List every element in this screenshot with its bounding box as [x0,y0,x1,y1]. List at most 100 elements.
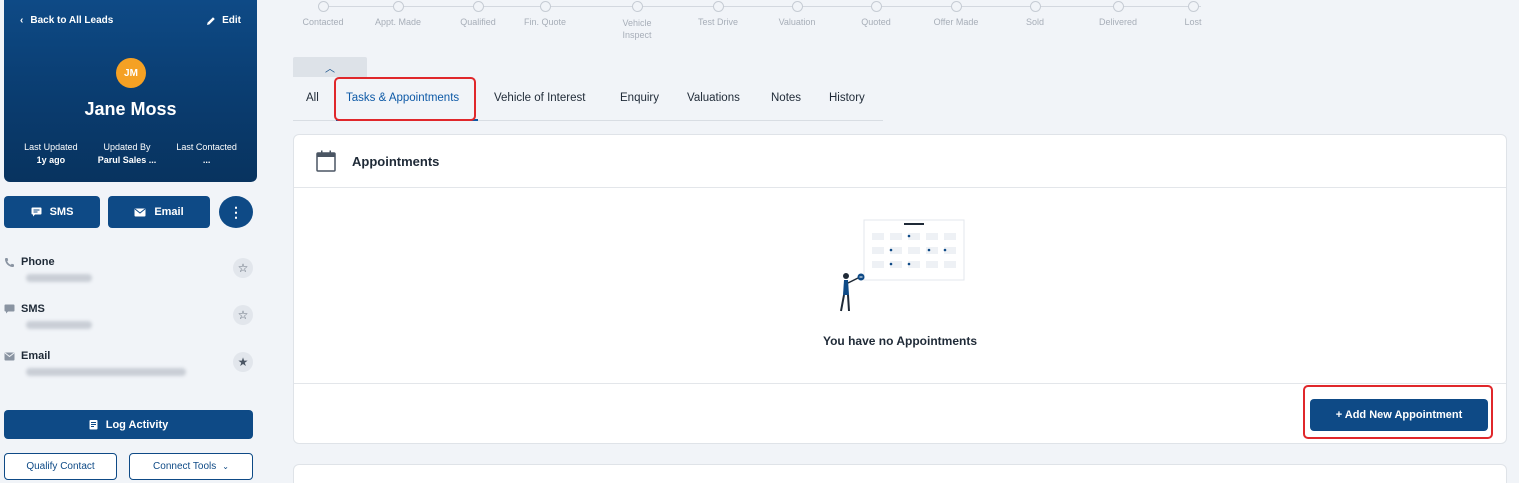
stage-label: Test Drive [697,17,738,27]
card-footer-divider [294,383,1506,384]
quick-actions: SMS Email ⋮ [4,196,257,228]
meta-value: 1y ago [36,155,66,165]
stage-item[interactable]: Vehicle Inspect [607,0,667,41]
avatar: JM [116,58,146,88]
email-icon [4,352,15,360]
email-label: Email [154,206,184,218]
lead-meta: Last Updated 1y ago Updated By Parul Sal… [4,141,257,167]
stage-item[interactable]: Test Drive [688,0,748,27]
stage-dot [317,1,329,12]
chevron-left-icon: ‹ [20,15,24,26]
favorite-star-icon[interactable]: ☆ [233,258,253,278]
stage-item[interactable]: Quoted [846,0,906,27]
contact-label: SMS [21,303,45,315]
favorite-star-icon[interactable]: ☆ [233,305,253,325]
email-button[interactable]: Email [108,196,210,228]
stage-item[interactable]: Delivered [1088,0,1148,27]
stage-label: Valuation [778,17,816,27]
calendar-icon [316,150,336,172]
stage-label: Appt. Made [374,17,422,27]
stage-dot [472,1,484,12]
empty-calendar-illustration [840,219,965,312]
meta-last-updated: Last Updated 1y ago [24,141,78,167]
more-options-button[interactable]: ⋮ [219,196,253,228]
qualify-contact-button[interactable]: Qualify Contact [4,453,117,480]
connect-tools-dropdown[interactable]: Connect Tools ⌄ [129,453,253,480]
meta-value: ... [202,155,211,165]
edit-label: Edit [222,15,241,26]
tab-valuations[interactable]: Valuations [687,92,740,104]
stage-dot [712,1,724,12]
connect-tools-label: Connect Tools [153,461,217,472]
contact-label-row: Email [4,350,50,362]
stage-label: Delivered [1098,17,1138,27]
back-to-leads-link[interactable]: ‹ Back to All Leads [20,15,113,26]
stage-label: Quoted [861,17,891,27]
tab-enquiry[interactable]: Enquiry [620,92,659,104]
sms-label: SMS [49,206,74,218]
meta-label: Updated By [103,142,151,152]
tab-vehicle-of-interest[interactable]: Vehicle of Interest [494,92,585,104]
lead-name: Jane Moss [84,99,177,119]
stage-dot [631,1,643,12]
contact-label-row: SMS [4,303,45,315]
sms-icon [4,304,15,314]
stage-label: Sold [1025,17,1044,27]
back-label: Back to All Leads [30,15,114,26]
stage-item[interactable]: Lost [1163,0,1223,27]
stage-label: Qualified [460,17,496,27]
appointments-header: Appointments [294,135,1506,188]
tab-all[interactable]: All [306,92,319,104]
tab-history[interactable]: History [829,92,865,104]
clipboard-icon [89,420,98,430]
lead-stage-progress: Contacted Appt. Made Qualified Fin. Quot… [293,0,1223,52]
redacted-value [26,368,186,376]
chevron-up-icon: ︿ [325,63,335,75]
stage-item[interactable]: Sold [1005,0,1065,27]
redacted-value [26,274,92,282]
log-activity-label: Log Activity [105,418,169,431]
stage-label: Lost [1184,17,1202,27]
meta-updated-by: Updated By Parul Sales ... [98,141,157,167]
highlight-box [1303,385,1493,439]
stage-dot [392,1,404,12]
meta-value: Parul Sales ... [97,155,157,165]
pencil-icon [207,16,215,25]
stage-item[interactable]: Contacted [293,0,353,27]
contact-sms[interactable]: SMS ☆ [4,303,257,343]
sms-button[interactable]: SMS [4,196,100,228]
stage-item[interactable]: Valuation [767,0,827,27]
appointments-title: Appointments [352,153,440,169]
stage-item[interactable]: Qualified [448,0,508,27]
stage-dot [1112,1,1124,12]
stage-item[interactable]: Fin. Quote [515,0,575,27]
lead-sidebar: ‹ Back to All Leads Edit JM Jane Moss La… [0,0,265,483]
phone-icon [5,257,14,267]
stage-dot [950,1,962,12]
stage-label: Vehicle Inspect [622,18,652,40]
contact-email[interactable]: Email ★ [4,350,257,390]
contact-phone[interactable]: Phone ☆ [4,256,257,296]
next-card [293,464,1507,483]
stage-dot [1187,1,1199,12]
meta-last-contacted: Last Contacted ... [176,141,237,167]
stage-item[interactable]: Appt. Made [368,0,428,27]
chat-icon [31,207,42,217]
edit-button[interactable]: Edit [206,15,241,26]
meta-label: Last Updated [24,142,78,152]
collapse-stages-button[interactable]: ︿ [293,57,367,77]
lead-profile-card: ‹ Back to All Leads Edit JM Jane Moss La… [4,0,257,182]
stage-label: Fin. Quote [523,17,567,27]
chevron-down-icon: ⌄ [222,462,229,471]
redacted-value [26,321,92,329]
stage-item[interactable]: Offer Made [926,0,986,27]
log-activity-button[interactable]: Log Activity [4,410,253,439]
stage-dot [539,1,551,12]
stage-dot [870,1,882,12]
highlight-box [334,77,476,121]
favorite-star-filled-icon[interactable]: ★ [233,352,253,372]
meta-label: Last Contacted [176,142,237,152]
stage-label: Contacted [302,17,344,27]
envelope-icon [134,208,146,216]
tab-notes[interactable]: Notes [771,92,801,104]
